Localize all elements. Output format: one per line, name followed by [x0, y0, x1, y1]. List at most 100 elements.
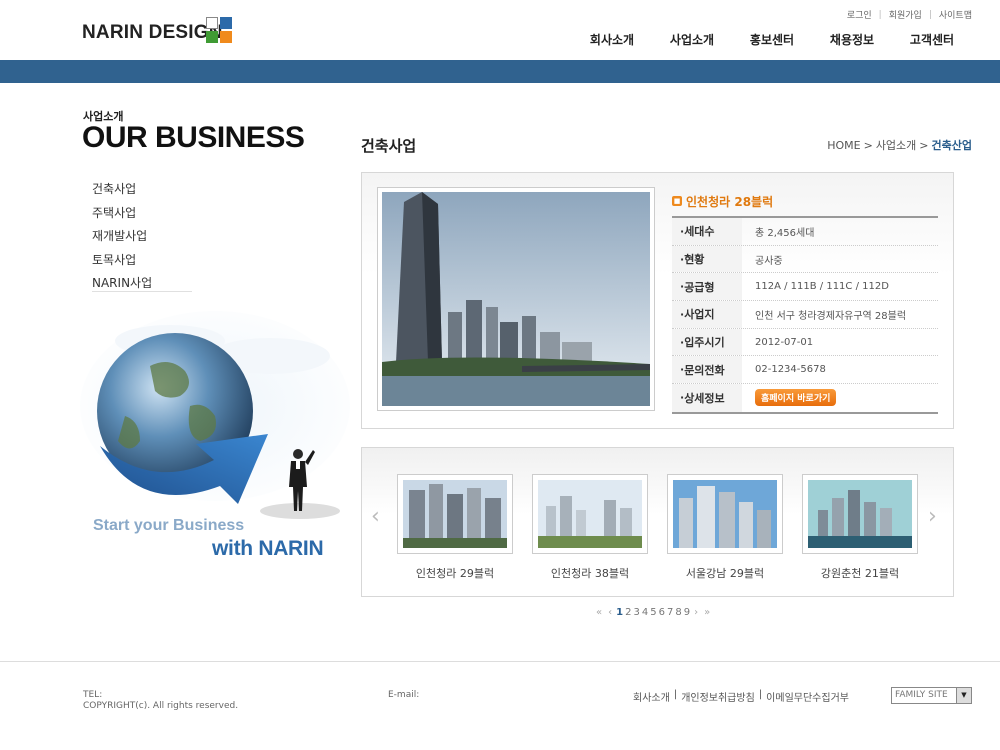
page-link[interactable]: 4 — [642, 607, 648, 618]
spec-row: · 공급형 112A / 111B / 111C / 112D — [672, 273, 938, 302]
project-title: ■ 인천청라 28블럭 — [672, 186, 938, 216]
family-site-select[interactable]: FAMILY SITE ▼ — [891, 687, 972, 704]
family-site-label: FAMILY SITE — [895, 690, 948, 700]
side-menu-architecture[interactable]: 건축사업 — [92, 180, 152, 204]
side-menu-divider — [92, 291, 192, 292]
gnb-business[interactable]: 사업소개 — [652, 31, 732, 48]
homepage-button[interactable]: 홈페이지 바로가기 — [755, 389, 837, 407]
project-info: ■ 인천청라 28블럭 · 세대수 총 2,456세대 · 현황 공사중 · 공… — [672, 186, 938, 414]
apartment-image — [808, 480, 912, 548]
spec-value: 2012-07-01 — [755, 336, 814, 348]
project-detail: ■ 인천청라 28블럭 · 세대수 총 2,456세대 · 현황 공사중 · 공… — [361, 172, 954, 429]
logo-text[interactable]: NARIN DESIGN — [82, 22, 223, 44]
chevron-right-icon[interactable]: › — [928, 504, 937, 529]
gallery-label[interactable]: 인천청라 29블럭 — [397, 565, 513, 581]
gallery-thumbnail[interactable] — [397, 474, 513, 554]
page-title: 건축사업 — [361, 137, 417, 155]
spec-value: 02-1234-5678 — [755, 364, 826, 376]
spec-value: 홈페이지 바로가기 — [742, 389, 837, 407]
page-link[interactable]: 7 — [667, 607, 673, 618]
gallery-thumbnail[interactable] — [667, 474, 783, 554]
breadcrumb-business[interactable]: 사업소개 — [876, 137, 916, 153]
side-menu-redevelopment[interactable]: 재개발사업 — [92, 227, 152, 251]
gallery-thumbnail[interactable] — [802, 474, 918, 554]
building-image — [382, 192, 650, 406]
apartment-image — [673, 480, 777, 548]
footer: TEL: COPYRIGHT(c). All rights reserved. … — [0, 661, 1000, 750]
divider: | — [758, 689, 763, 700]
spec-value: 112A / 111B / 111C / 112D — [755, 281, 889, 293]
header-bar — [0, 60, 1000, 83]
page-link[interactable]: 5 — [650, 607, 656, 618]
footer-link-privacy[interactable]: 개인정보취급방침 — [681, 689, 755, 704]
spec-value: 공사중 — [755, 255, 783, 267]
page-link[interactable]: 6 — [659, 607, 665, 618]
utility-nav: 로그인 | 회원가입 | 사이트맵 — [847, 8, 972, 22]
spec-row: · 문의전화 02-1234-5678 — [672, 356, 938, 385]
project-gallery: ‹ › 인천청라 29블럭 인천청라 38블럭 서울강남 29블럭 강원춘천 2… — [361, 447, 954, 597]
spec-label-text: 상세정보 — [684, 391, 725, 405]
spec-label: · 문의전화 — [672, 356, 742, 384]
page-link[interactable]: 9 — [684, 607, 690, 618]
spec-label-text: 세대수 — [684, 225, 715, 239]
gallery-label[interactable]: 강원춘천 21블럭 — [802, 565, 918, 581]
side-menu-housing[interactable]: 주택사업 — [92, 204, 152, 228]
spec-label: · 세대수 — [672, 218, 742, 245]
chevron-right-icon: > — [919, 138, 929, 152]
spec-label-text: 사업지 — [684, 308, 715, 322]
main-nav: 회사소개 사업소개 홍보센터 채용정보 고객센터 — [572, 31, 972, 48]
gallery-item[interactable]: 인천청라 29블럭 — [397, 474, 513, 581]
gnb-company[interactable]: 회사소개 — [572, 31, 652, 48]
next-page-button[interactable]: › — [694, 607, 698, 618]
footer-link-email-policy[interactable]: 이메일무단수집거부 — [766, 689, 849, 704]
apartment-image — [538, 480, 642, 548]
slogan-line-2: with NARIN — [212, 537, 324, 560]
gallery-label[interactable]: 서울강남 29블럭 — [667, 565, 783, 581]
side-menu: 건축사업 주택사업 재개발사업 토목사업 NARIN사업 — [92, 180, 152, 298]
footer-link-company[interactable]: 회사소개 — [633, 689, 670, 704]
first-page-button[interactable]: « — [596, 607, 602, 618]
spec-row: · 세대수 총 2,456세대 — [672, 218, 938, 246]
pagination: « ‹ 1 2 3 4 5 6 7 8 9 › » — [594, 607, 712, 618]
side-menu-civil[interactable]: 토목사업 — [92, 251, 152, 275]
page-link[interactable]: 2 — [625, 607, 631, 618]
spec-label-text: 문의전화 — [684, 363, 725, 377]
spec-label: · 현황 — [672, 245, 742, 273]
page-link-current[interactable]: 1 — [616, 607, 623, 618]
spec-row: · 현황 공사중 — [672, 245, 938, 274]
spec-label-text: 현황 — [684, 253, 705, 267]
spec-label: · 입주시기 — [672, 328, 742, 356]
chevron-down-icon[interactable]: ▼ — [956, 688, 971, 703]
gallery-thumbnail[interactable] — [532, 474, 648, 554]
login-link[interactable]: 로그인 — [847, 8, 872, 21]
footer-contact: TEL: COPYRIGHT(c). All rights reserved. — [83, 690, 238, 712]
breadcrumb-current: 건축산업 — [931, 139, 972, 152]
spec-row: · 상세정보 홈페이지 바로가기 — [672, 384, 938, 412]
chevron-left-icon[interactable]: ‹ — [371, 504, 380, 529]
section-title-en: OUR BUSINESS — [82, 121, 305, 154]
gnb-pr-center[interactable]: 홍보센터 — [732, 31, 812, 48]
gallery-item[interactable]: 서울강남 29블럭 — [667, 474, 783, 581]
gallery-item[interactable]: 인천청라 38블럭 — [532, 474, 648, 581]
gallery-label[interactable]: 인천청라 38블럭 — [532, 565, 648, 581]
logo-mark-icon[interactable] — [206, 17, 233, 44]
gnb-customer-center[interactable]: 고객센터 — [892, 31, 972, 48]
gnb-recruit[interactable]: 채용정보 — [812, 31, 892, 48]
page: NARIN DESIGN 로그인 | 회원가입 | 사이트맵 회사소개 사업소개… — [0, 0, 1000, 750]
apartment-image — [403, 480, 507, 548]
divider: | — [878, 9, 882, 20]
page-link[interactable]: 8 — [675, 607, 681, 618]
breadcrumb-home[interactable]: HOME — [827, 139, 860, 152]
bullet-icon: ■ — [672, 196, 682, 206]
spec-label: · 공급형 — [672, 273, 742, 301]
sitemap-link[interactable]: 사이트맵 — [939, 8, 972, 21]
breadcrumb: HOME > 사업소개 > 건축산업 — [827, 137, 972, 153]
spec-row: · 사업지 인천 서구 청라경제자유구역 28블럭 — [672, 301, 938, 329]
gallery-item[interactable]: 강원춘천 21블럭 — [802, 474, 918, 581]
join-link[interactable]: 회원가입 — [889, 8, 922, 21]
page-link[interactable]: 3 — [633, 607, 639, 618]
last-page-button[interactable]: » — [704, 607, 710, 618]
chevron-right-icon: > — [863, 138, 873, 152]
side-menu-narin[interactable]: NARIN사업 — [92, 274, 152, 298]
prev-page-button[interactable]: ‹ — [608, 607, 612, 618]
